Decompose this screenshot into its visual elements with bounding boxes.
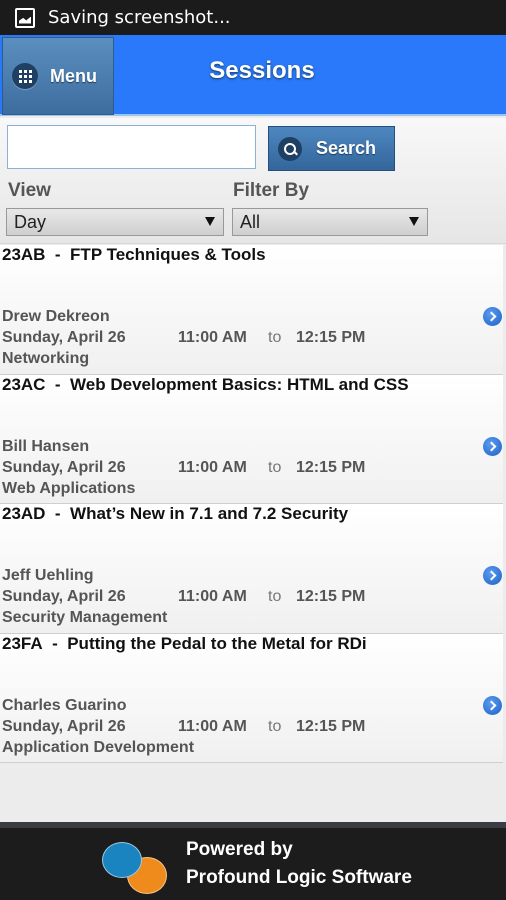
view-select-value: Day	[14, 211, 47, 232]
grid-icon	[12, 63, 38, 89]
chevron-right-icon[interactable]	[483, 436, 502, 456]
menu-button[interactable]: Menu	[2, 37, 114, 115]
session-date: Sunday, April 26	[2, 329, 126, 346]
separator: -	[52, 633, 58, 653]
session-track: Security Management	[2, 609, 168, 626]
session-time: Sunday, April 26 11:00 AM to 12:15 PM	[2, 718, 365, 736]
session-end: 12:15 PM	[296, 329, 366, 346]
session-start: 11:00 AM	[178, 717, 247, 735]
to-label: to	[268, 458, 282, 476]
session-code: 23AD	[2, 504, 46, 523]
separator: -	[54, 374, 61, 394]
session-item[interactable]: 23AD - What’s New in 7.1 and 7.2 Securit…	[0, 504, 503, 634]
profound-logic-logo	[102, 842, 168, 894]
filter-select-value: All	[240, 211, 261, 232]
session-end: 12:15 PM	[296, 717, 366, 735]
session-item[interactable]: 23AC - Web Development Basics: HTML and …	[0, 374, 503, 504]
view-select[interactable]: Day	[6, 208, 224, 236]
view-label: View	[8, 180, 51, 201]
footer: Powered by Profound Logic Software	[0, 822, 506, 900]
page-title: Sessions	[209, 57, 315, 84]
separator: -	[54, 504, 61, 523]
session-code: 23FA	[2, 633, 43, 653]
session-time: Sunday, April 26 11:00 AM to 12:15 PM	[2, 588, 365, 606]
session-date: Sunday, April 26	[2, 458, 126, 476]
session-title: 23AC - Web Development Basics: HTML and …	[2, 375, 409, 395]
session-code: 23AC	[2, 374, 46, 394]
chevron-right-icon[interactable]	[483, 695, 502, 715]
session-time: Sunday, April 26 11:00 AM to 12:15 PM	[2, 459, 365, 477]
dropdown-arrow-icon	[409, 217, 419, 226]
session-track: Web Applications	[2, 479, 136, 497]
search-icon	[278, 136, 302, 161]
logo-blue-circle	[102, 842, 142, 878]
powered-by-line2: Profound Logic Software	[186, 867, 412, 888]
session-name: Putting the Pedal to the Metal for RDi	[67, 633, 367, 653]
session-end: 12:15 PM	[296, 588, 366, 605]
session-speaker: Charles Guarino	[2, 696, 127, 714]
filter-by-select[interactable]: All	[232, 208, 428, 236]
session-speaker: Bill Hansen	[2, 437, 90, 455]
session-name: What’s New in 7.1 and 7.2 Security	[70, 504, 349, 523]
to-label: to	[268, 588, 282, 605]
session-end: 12:15 PM	[296, 458, 366, 476]
session-speaker: Drew Dekreon	[2, 308, 110, 325]
session-title: 23AB - FTP Techniques & Tools	[2, 245, 266, 265]
session-date: Sunday, April 26	[2, 588, 126, 605]
status-bar: Saving screenshot...	[0, 0, 506, 35]
image-icon	[15, 7, 35, 28]
filter-by-label: Filter By	[233, 180, 310, 201]
to-label: to	[268, 329, 282, 346]
to-label: to	[268, 717, 282, 735]
session-track: Networking	[2, 350, 90, 367]
session-code: 23AB	[2, 245, 46, 264]
search-input[interactable]	[7, 125, 256, 169]
separator: -	[54, 245, 61, 264]
session-speaker: Jeff Uehling	[2, 567, 94, 584]
session-name: FTP Techniques & Tools	[70, 245, 266, 264]
session-start: 11:00 AM	[178, 329, 247, 346]
session-item[interactable]: 23AB - FTP Techniques & Tools Drew Dekre…	[0, 245, 503, 375]
session-start: 11:00 AM	[178, 458, 247, 476]
dropdown-arrow-icon	[205, 217, 215, 226]
chevron-right-icon[interactable]	[483, 307, 502, 326]
powered-by-line1: Powered by	[186, 839, 293, 860]
search-panel: Search View Filter By Day All	[0, 118, 506, 244]
session-title: 23AD - What’s New in 7.1 and 7.2 Securit…	[2, 504, 348, 524]
search-button-label: Search	[316, 138, 377, 158]
session-start: 11:00 AM	[178, 588, 247, 605]
session-track: Application Development	[2, 738, 195, 756]
header-bar: Menu Sessions	[0, 35, 506, 116]
status-text: Saving screenshot...	[48, 7, 231, 28]
session-date: Sunday, April 26	[2, 717, 126, 735]
session-time: Sunday, April 26 11:00 AM to 12:15 PM	[2, 329, 365, 347]
session-list: 23AB - FTP Techniques & Tools Drew Dekre…	[0, 245, 503, 763]
chevron-right-icon[interactable]	[483, 566, 502, 585]
session-item[interactable]: 23FA - Putting the Pedal to the Metal fo…	[0, 633, 503, 763]
search-button[interactable]: Search	[268, 126, 395, 171]
menu-label: Menu	[50, 65, 97, 86]
session-title: 23FA - Putting the Pedal to the Metal fo…	[2, 634, 367, 654]
powered-by-text: Powered by Profound Logic Software	[186, 836, 412, 892]
session-name: Web Development Basics: HTML and CSS	[70, 374, 409, 394]
